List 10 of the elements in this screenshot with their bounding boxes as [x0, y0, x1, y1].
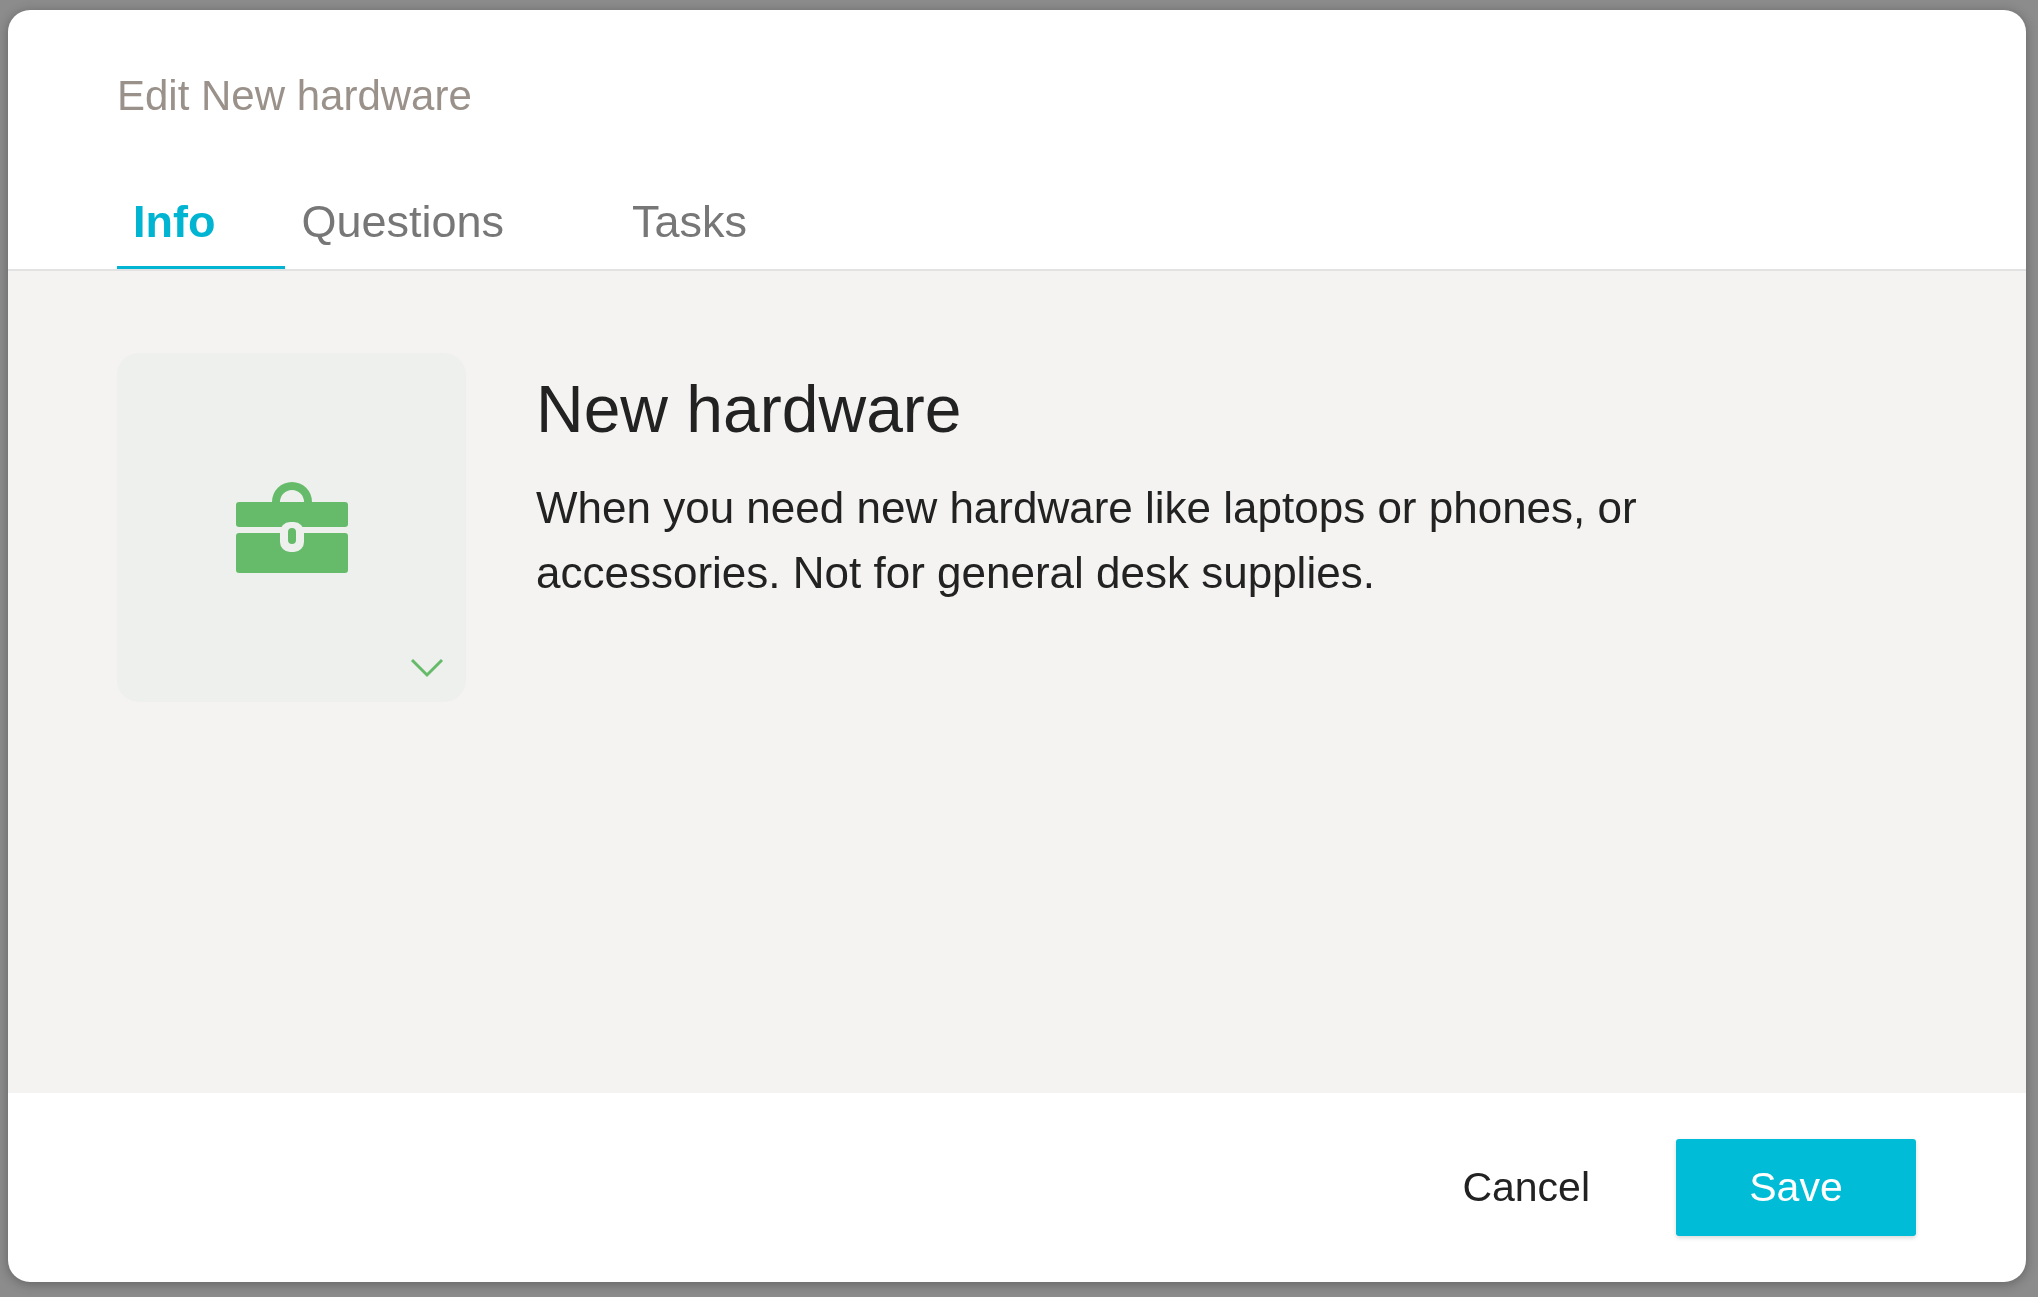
tab[interactable]: Questions	[285, 196, 517, 269]
cancel-button[interactable]: Cancel	[1456, 1163, 1596, 1212]
toolbox-icon	[235, 479, 348, 576]
chevron-down-icon	[410, 658, 444, 678]
item-name: New hardware	[536, 371, 963, 447]
dialog-title: Edit New hardware	[117, 72, 473, 120]
save-button[interactable]: Save	[1676, 1139, 1916, 1236]
icon-picker[interactable]	[117, 353, 466, 702]
tab[interactable]: Tasks	[616, 196, 760, 269]
item-description: When you need new hardware like laptops or phones, or accessories. Not for general desk supplies.	[536, 482, 1638, 599]
